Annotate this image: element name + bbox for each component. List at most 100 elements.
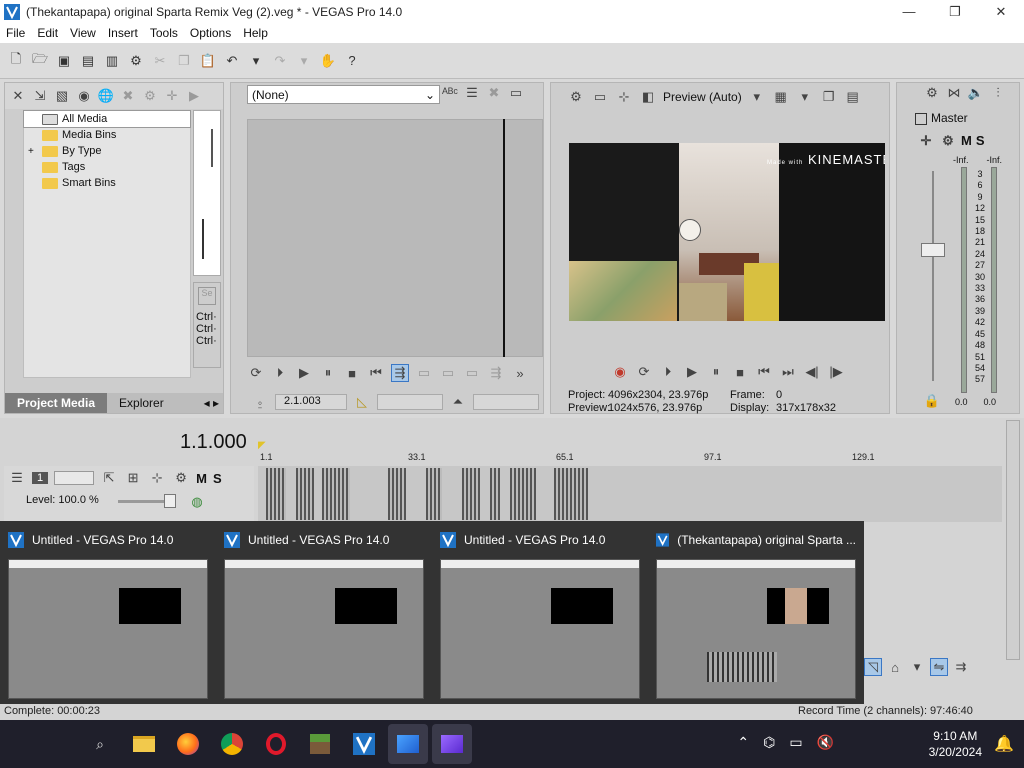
- tab-project-media[interactable]: Project Media: [5, 393, 108, 413]
- master-fader-handle[interactable]: [921, 243, 945, 257]
- display-icon[interactable]: ▭: [789, 734, 802, 751]
- speaker-icon[interactable]: 🔈: [967, 85, 985, 101]
- save-as-icon[interactable]: ▤: [78, 51, 98, 71]
- overlays-dropdown-icon[interactable]: ▾: [796, 89, 814, 105]
- record-icon[interactable]: ◉: [611, 364, 629, 380]
- lock-icon[interactable]: 🔒: [923, 393, 941, 409]
- thumbnail-window-1[interactable]: Untitled - VEGAS Pro 14.0: [0, 521, 216, 707]
- clipchamp-icon[interactable]: [432, 724, 472, 764]
- external-monitor-icon[interactable]: ▭: [591, 89, 609, 105]
- paste-icon[interactable]: 📋: [198, 51, 218, 71]
- quality-dropdown-icon[interactable]: ▾: [748, 89, 766, 105]
- clip-event[interactable]: [462, 468, 480, 520]
- whats-this-help-icon[interactable]: ?: [342, 51, 362, 71]
- fx-icon[interactable]: Se: [198, 287, 216, 305]
- menu-options[interactable]: Options: [184, 26, 237, 40]
- properties-gear-icon[interactable]: ⚙: [126, 51, 146, 71]
- clip-event[interactable]: [266, 468, 286, 520]
- save-icon[interactable]: ▣: [54, 51, 74, 71]
- play-from-start-icon[interactable]: ⏵: [271, 365, 289, 381]
- track-motion-icon[interactable]: ⇱: [100, 470, 118, 486]
- track-collapse-icon[interactable]: ☰: [8, 470, 26, 486]
- overlays-grid-icon[interactable]: ▦: [772, 89, 790, 105]
- cut-icon[interactable]: ✂: [150, 51, 170, 71]
- minimize-button[interactable]: —: [886, 0, 932, 23]
- downmix-icon[interactable]: ⋈: [945, 85, 963, 101]
- solo-button[interactable]: S: [976, 133, 985, 149]
- spellcheck-icon[interactable]: ᴬᴮᶜ: [441, 85, 459, 101]
- play-icon[interactable]: ▶: [295, 365, 313, 381]
- redo-icon[interactable]: ↷: [270, 51, 290, 71]
- previous-frame-icon[interactable]: ◀|: [803, 364, 821, 380]
- remove-media-icon[interactable]: ✖: [119, 88, 137, 104]
- chrome-icon[interactable]: [212, 724, 252, 764]
- capture-video-icon[interactable]: ▧: [53, 88, 71, 104]
- media-fx-icon[interactable]: ✛: [163, 88, 181, 104]
- track-fx-icon[interactable]: ⊞: [124, 470, 142, 486]
- play-from-start-icon[interactable]: ⏵: [659, 364, 677, 380]
- trimmer-timecode[interactable]: 2.1.003: [275, 394, 347, 410]
- faders-icon[interactable]: ⫶: [989, 85, 1007, 101]
- menu-view[interactable]: View: [64, 26, 102, 40]
- undo-icon[interactable]: ↶: [222, 51, 242, 71]
- tool-dropdown-icon[interactable]: ▾: [908, 659, 926, 675]
- stop-icon[interactable]: ■: [731, 365, 749, 380]
- go-to-start-icon[interactable]: ⏮: [367, 365, 385, 381]
- volume-muted-icon[interactable]: 🔇: [817, 734, 834, 751]
- open-folder-icon[interactable]: 🗁: [30, 51, 50, 71]
- expand-icon[interactable]: +: [28, 146, 38, 157]
- clip-event[interactable]: [490, 468, 500, 520]
- envelope-tool-icon[interactable]: ⌂: [886, 660, 904, 675]
- network-icon[interactable]: ⌬: [763, 734, 775, 751]
- out-point-icon[interactable]: ⏶: [449, 394, 467, 410]
- track-name-field[interactable]: [54, 471, 95, 485]
- copy-icon[interactable]: ❐: [174, 51, 194, 71]
- undo-dropdown-icon[interactable]: ▾: [246, 51, 266, 71]
- taskbar-clock[interactable]: 9:10 AM 3/20/2024: [929, 728, 982, 760]
- subclip-icon[interactable]: ⇶: [487, 365, 505, 381]
- play-icon[interactable]: ▶: [683, 364, 701, 380]
- timeline-vertical-scrollbar[interactable]: [1006, 420, 1020, 660]
- media-list-area[interactable]: [193, 110, 221, 276]
- split-screen-view-icon[interactable]: ◧: [639, 89, 657, 105]
- timeline-ruler[interactable]: 1.1 33.1 65.1 97.1 129.1: [258, 452, 1002, 466]
- trimmer-options-icon[interactable]: ▭: [507, 85, 525, 101]
- thumbnail-window-4[interactable]: (Thekantapapa) original Sparta ...: [648, 521, 864, 707]
- render-icon[interactable]: ▥: [102, 51, 122, 71]
- snapping-icon[interactable]: ⇉: [952, 659, 970, 675]
- mute-button[interactable]: M: [961, 133, 972, 149]
- firefox-icon[interactable]: [168, 724, 208, 764]
- redo-dropdown-icon[interactable]: ▾: [294, 51, 314, 71]
- insert-icon[interactable]: ▭: [415, 365, 433, 381]
- tree-item-by-type[interactable]: + By Type: [24, 143, 190, 159]
- menu-insert[interactable]: Insert: [102, 26, 144, 40]
- clip-event[interactable]: [554, 468, 588, 520]
- menu-edit[interactable]: Edit: [31, 26, 64, 40]
- show-hidden-icons-icon[interactable]: ⌃: [737, 734, 749, 751]
- close-media-icon[interactable]: ✖: [485, 85, 503, 101]
- opera-icon[interactable]: [256, 724, 296, 764]
- panel-close-icon[interactable]: ✕: [9, 88, 27, 104]
- photos-icon[interactable]: [388, 724, 428, 764]
- normal-edit-tool-icon[interactable]: ◹: [864, 658, 882, 676]
- copy-snapshot-icon[interactable]: ❐: [820, 89, 838, 105]
- loop-icon[interactable]: ⟳: [247, 365, 265, 381]
- loop-playback-icon[interactable]: ⟳: [635, 364, 653, 380]
- trimmer-cursor[interactable]: [503, 119, 505, 357]
- extract-audio-icon[interactable]: ◉: [75, 88, 93, 104]
- compositing-icon[interactable]: ⊹: [148, 470, 166, 486]
- get-media-web-icon[interactable]: 🌐: [97, 88, 115, 104]
- thumbnail-window-3[interactable]: Untitled - VEGAS Pro 14.0: [432, 521, 648, 707]
- go-to-start-icon[interactable]: ⏮: [755, 364, 773, 380]
- video-track-lane[interactable]: [258, 466, 1002, 522]
- minecraft-icon[interactable]: [300, 724, 340, 764]
- track-mute-button[interactable]: M: [196, 471, 207, 486]
- in-point-field[interactable]: [377, 394, 443, 410]
- edit-tool-icon[interactable]: ✋: [318, 51, 338, 71]
- track-level-handle[interactable]: [164, 494, 176, 508]
- notification-bell-icon[interactable]: 🔔: [994, 734, 1014, 754]
- maximize-button[interactable]: ❐: [932, 0, 978, 23]
- trimmer-media-select[interactable]: (None) ⌄: [247, 85, 440, 104]
- auto-ripple-icon[interactable]: ⇋: [930, 658, 948, 676]
- fit-icon[interactable]: ▭: [463, 365, 481, 381]
